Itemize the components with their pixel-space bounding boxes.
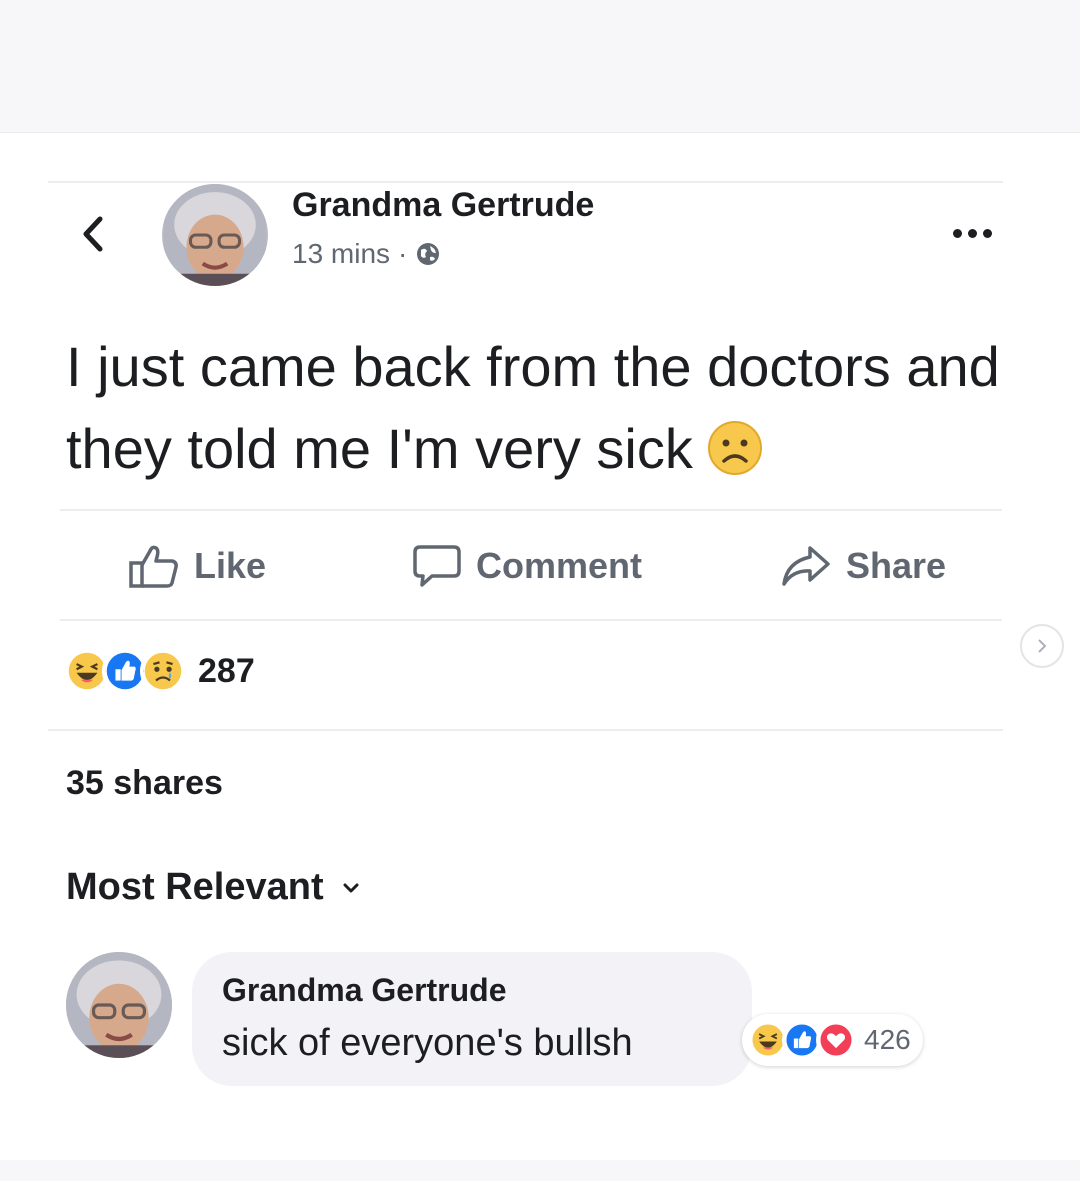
share-label: Share [846, 545, 947, 586]
divider [60, 619, 1002, 621]
post-time: 13 mins [292, 238, 391, 269]
more-dot-icon [967, 228, 977, 238]
love-icon [816, 1020, 856, 1060]
post-meta: 13 mins · [292, 238, 441, 270]
next-arrow-button[interactable] [1020, 624, 1064, 668]
comment-reaction-summary[interactable]: 426 [742, 1014, 923, 1066]
comment-label: Comment [476, 545, 643, 586]
shares-count[interactable]: 35 shares [66, 764, 223, 803]
more-dot-icon [952, 228, 962, 238]
more-dot-icon [982, 228, 992, 238]
comment-reaction-count: 426 [864, 1024, 911, 1055]
more-options-button[interactable] [946, 218, 998, 248]
post-text: I just came back from the doctors and th… [66, 326, 1026, 498]
chevron-right-icon [1038, 639, 1047, 653]
back-chevron-icon [83, 216, 103, 252]
like-button[interactable]: Like [128, 536, 266, 596]
share-button[interactable]: Share [780, 536, 946, 596]
chevron-down-icon [343, 883, 359, 892]
meta-separator: · [398, 238, 408, 269]
divider [60, 509, 1002, 511]
author-avatar[interactable] [162, 184, 268, 286]
sort-label: Most Relevant [66, 866, 324, 908]
thumbs-up-icon [129, 545, 178, 588]
divider [48, 729, 1003, 731]
comment-icon [413, 545, 461, 587]
globe-icon [417, 243, 440, 265]
post-author-name[interactable]: Grandma Gertrude [292, 186, 594, 225]
sad-face-emoji-icon [707, 416, 763, 498]
reaction-count: 287 [198, 651, 255, 690]
top-band [0, 0, 1080, 133]
bottom-band [0, 1160, 1080, 1181]
comment-button[interactable]: Comment [412, 536, 642, 596]
share-arrow-icon [782, 546, 830, 586]
reaction-summary[interactable]: 287 [64, 648, 255, 694]
sad-icon [140, 648, 186, 694]
post-body: I just came back from the doctors and th… [66, 335, 1000, 480]
comment-text: sick of everyone's bullsh [222, 1022, 633, 1064]
like-label: Like [194, 545, 267, 586]
divider [48, 181, 1003, 183]
reaction-icons [64, 648, 186, 694]
commenter-avatar[interactable] [66, 952, 172, 1058]
back-button[interactable] [78, 212, 108, 256]
comment-author-name[interactable]: Grandma Gertrude [222, 972, 507, 1009]
comment-sort-dropdown[interactable]: Most Relevant [66, 866, 360, 909]
